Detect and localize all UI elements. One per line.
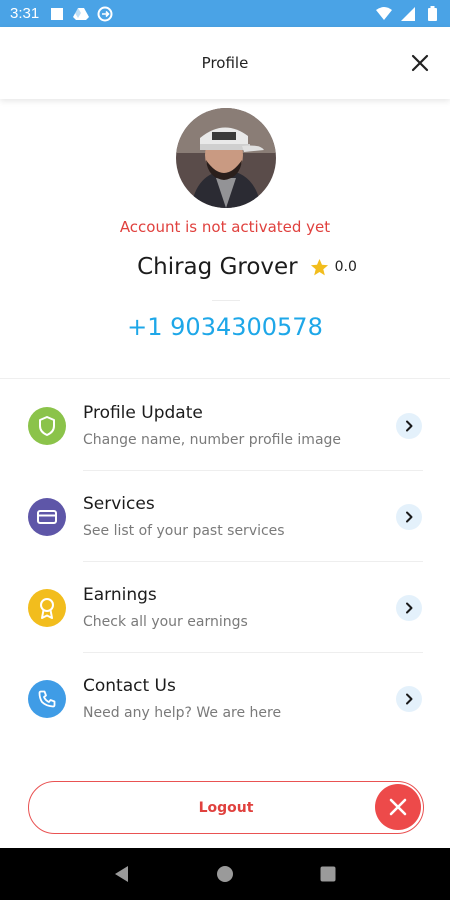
chevron-right-icon[interactable] xyxy=(396,686,422,712)
menu-item-title: Contact Us xyxy=(83,676,176,696)
menu-item-subtitle: Check all your earnings xyxy=(83,614,248,630)
home-button[interactable] xyxy=(210,859,240,889)
menu-item-subtitle: See list of your past services xyxy=(83,523,285,539)
page-title: Profile xyxy=(201,54,249,72)
menu-divider xyxy=(83,470,423,471)
signal-icon xyxy=(400,6,416,22)
shield-icon xyxy=(28,407,66,445)
sync-icon xyxy=(97,6,113,22)
menu-item-contact-us[interactable]: Contact Us Need any help? We are here xyxy=(0,654,450,744)
menu-item-title: Earnings xyxy=(83,585,157,605)
chevron-right-icon[interactable] xyxy=(396,504,422,530)
menu-item-services[interactable]: Services See list of your past services xyxy=(0,472,450,562)
account-status-text: Account is not activated yet xyxy=(119,218,331,236)
avatar xyxy=(176,108,276,208)
user-name: Chirag Grover xyxy=(137,254,298,280)
menu-item-earnings[interactable]: Earnings Check all your earnings xyxy=(0,563,450,653)
drive-icon xyxy=(73,6,90,22)
menu-item-subtitle: Need any help? We are here xyxy=(83,705,282,721)
name-row: Chirag Grover 0.0 xyxy=(0,254,450,280)
award-icon xyxy=(28,589,66,627)
menu-item-title: Profile Update xyxy=(83,403,203,423)
square-icon xyxy=(49,6,65,22)
rating-value: 0.0 xyxy=(334,259,357,275)
phone-number[interactable]: +1 9034300578 xyxy=(0,313,450,341)
back-button[interactable] xyxy=(107,859,137,889)
chevron-right-icon[interactable] xyxy=(396,595,422,621)
menu-item-profile-update[interactable]: Profile Update Change name, number profi… xyxy=(0,381,450,471)
close-button[interactable] xyxy=(408,51,432,75)
battery-icon xyxy=(424,6,440,22)
menu-divider xyxy=(83,652,423,653)
status-time: 3:31 xyxy=(10,5,40,22)
menu-item-subtitle: Change name, number profile image xyxy=(83,432,342,448)
logout-button[interactable]: Logout xyxy=(28,781,424,834)
close-icon xyxy=(411,54,429,72)
back-icon xyxy=(114,866,128,882)
phone-icon xyxy=(28,680,66,718)
system-nav-bar xyxy=(0,848,450,900)
section-divider xyxy=(0,378,450,379)
recents-icon xyxy=(320,866,336,882)
home-icon xyxy=(216,866,233,882)
divider xyxy=(212,300,240,301)
menu-item-title: Services xyxy=(83,494,155,514)
recents-button[interactable] xyxy=(313,859,343,889)
close-circle-icon[interactable] xyxy=(375,784,421,830)
status-bar: 3:31 xyxy=(0,0,450,27)
app-header: Profile xyxy=(0,27,450,99)
card-icon xyxy=(28,498,66,536)
logout-label: Logout xyxy=(198,799,254,816)
status-right xyxy=(368,6,440,22)
chevron-right-icon[interactable] xyxy=(396,413,422,439)
wifi-icon xyxy=(376,6,392,22)
star-icon xyxy=(310,258,328,275)
menu-divider xyxy=(83,561,423,562)
